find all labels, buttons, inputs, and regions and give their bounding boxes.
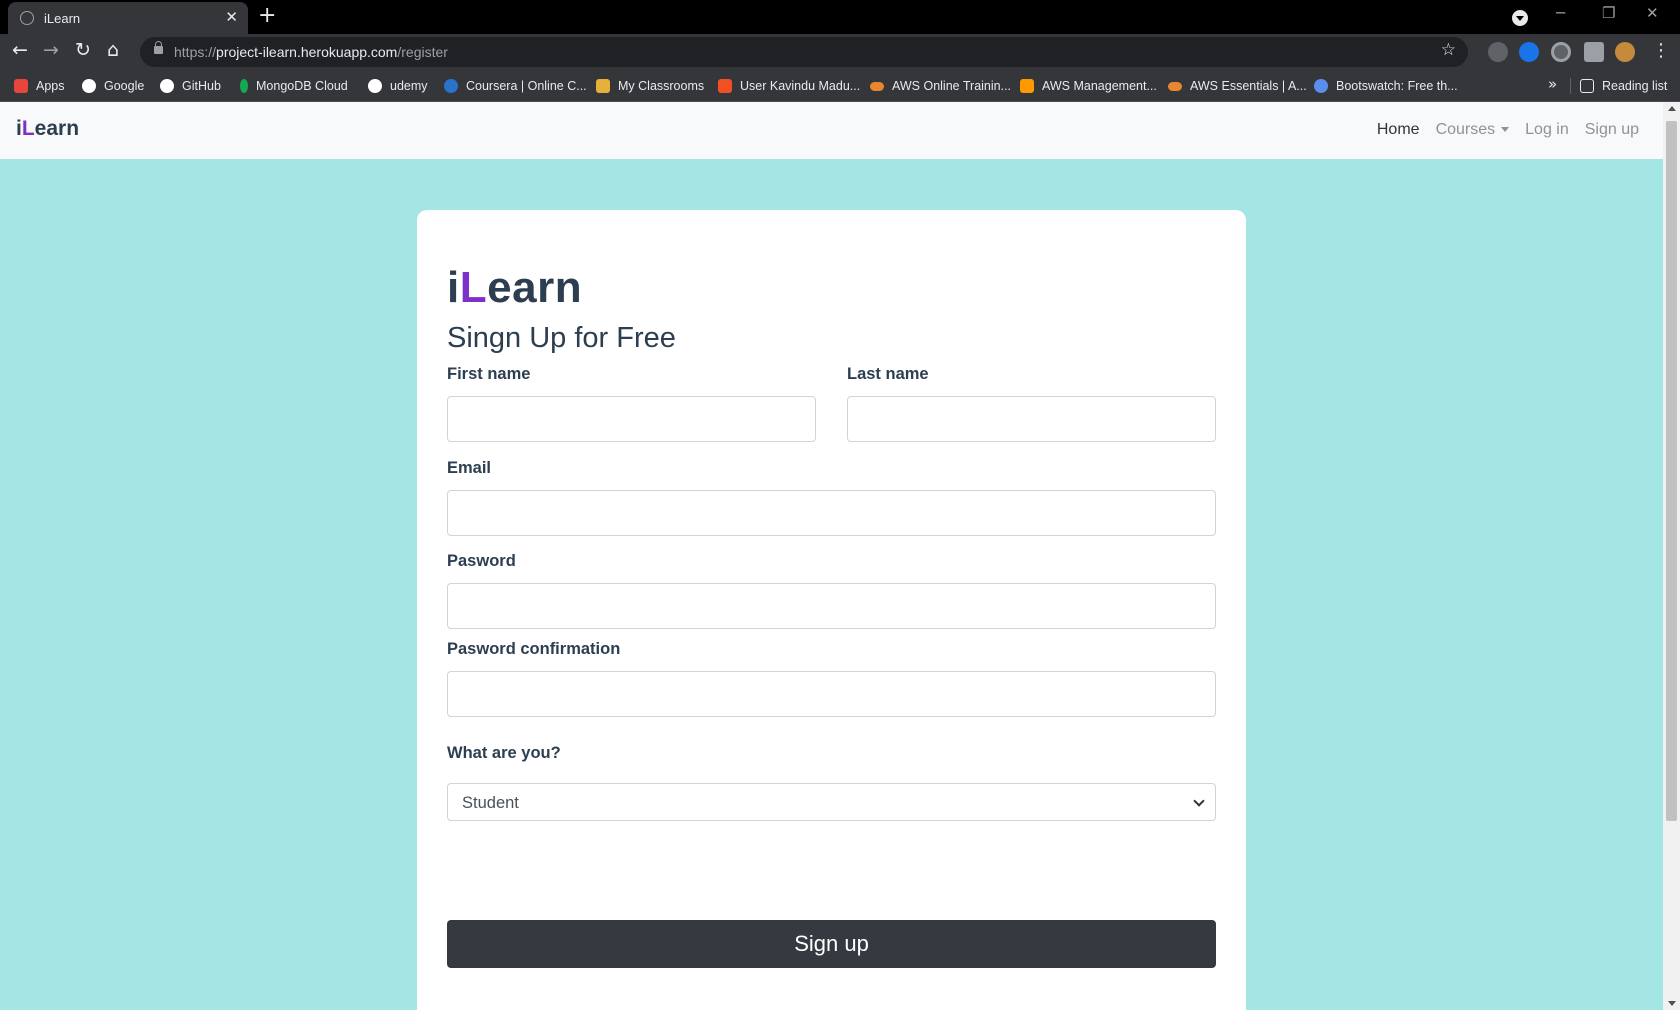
nav-signup[interactable]: Sign up (1585, 121, 1639, 139)
extension-target-icon[interactable] (1551, 42, 1571, 62)
page-title: Singn Up for Free (447, 322, 676, 354)
aws-cloud-icon (870, 81, 884, 91)
bookmark-mongodb[interactable]: MongoDB Cloud (240, 76, 348, 96)
browser-tab-active[interactable]: iLearn ✕ (8, 2, 248, 34)
password-confirmation-field[interactable] (447, 671, 1216, 717)
address-url: https://project-ilearn.herokuapp.com/reg… (174, 44, 448, 60)
forward-icon[interactable]: → (43, 39, 59, 61)
mongodb-leaf-icon (240, 79, 248, 93)
reading-list[interactable]: Reading list (1580, 76, 1667, 96)
reading-list-icon (1580, 79, 1594, 93)
bookmark-my-classrooms[interactable]: My Classrooms (596, 76, 704, 96)
first-name-field[interactable] (447, 396, 816, 442)
bookmark-aws-management[interactable]: AWS Management... (1020, 76, 1157, 96)
coursera-icon (444, 79, 458, 93)
password-label: Pasword (447, 552, 516, 570)
email-field[interactable] (447, 490, 1216, 536)
role-select[interactable]: Student (447, 783, 1216, 821)
bookmarks-divider (1570, 78, 1571, 94)
sign-up-button[interactable]: Sign up (447, 920, 1216, 968)
close-window-icon[interactable]: ✕ (1646, 4, 1659, 22)
bookmark-aws-online-training[interactable]: AWS Online Trainin... (870, 76, 1011, 96)
globe-icon (20, 11, 34, 25)
tab-title: iLearn (44, 11, 81, 26)
bookmark-udemy[interactable]: udemy (368, 76, 428, 96)
scroll-up-arrow-icon[interactable] (1668, 106, 1676, 111)
reload-icon[interactable]: ↻ (75, 39, 91, 61)
grid-icon (718, 79, 732, 93)
navbar-brand[interactable]: iLearn (16, 117, 79, 141)
more-bookmarks-icon[interactable]: » (1548, 75, 1557, 93)
google-icon (82, 79, 96, 93)
close-tab-icon[interactable]: ✕ (225, 8, 238, 26)
bootswatch-icon (1314, 79, 1328, 93)
scroll-down-arrow-icon[interactable] (1668, 1001, 1676, 1006)
site-navbar: iLearn Home Courses Log in Sign up (0, 102, 1663, 159)
extension-blue-icon[interactable] (1519, 42, 1539, 62)
card-logo: iLearn (447, 263, 583, 312)
tab-search-icon[interactable] (1512, 10, 1528, 26)
browser-toolbar: ← → ↻ ⌂ https://project-ilearn.herokuapp… (0, 34, 1680, 70)
bookmarks-bar: Apps Google GitHub MongoDB Cloud udemy C… (0, 70, 1680, 102)
page-viewport: iLearn Home Courses Log in Sign up iLear… (0, 102, 1680, 1010)
udemy-icon (368, 79, 382, 93)
chevron-down-icon (1193, 795, 1205, 807)
last-name-field[interactable] (847, 396, 1216, 442)
role-label: What are you? (447, 744, 561, 762)
first-name-label: First name (447, 365, 531, 383)
restore-icon[interactable]: ❐ (1602, 4, 1615, 22)
back-icon[interactable]: ← (12, 39, 28, 61)
nav-home[interactable]: Home (1377, 121, 1420, 139)
bookmark-coursera[interactable]: Coursera | Online C... (444, 76, 587, 96)
minimize-icon[interactable]: ─ (1556, 4, 1565, 22)
bookmark-star-icon[interactable]: ☆ (1441, 40, 1456, 60)
navbar-links: Home Courses Log in Sign up (1377, 121, 1639, 139)
aws-cloud-icon (1168, 81, 1182, 91)
nav-login[interactable]: Log in (1525, 121, 1569, 139)
page-scrollbar[interactable] (1663, 102, 1680, 1010)
browser-menu-icon[interactable]: ⋮ (1652, 40, 1670, 61)
signup-card: iLearn Singn Up for Free First name Last… (417, 210, 1246, 1010)
address-bar[interactable]: https://project-ilearn.herokuapp.com/reg… (140, 37, 1468, 67)
bookmark-aws-essentials[interactable]: AWS Essentials | A... (1168, 76, 1307, 96)
password-confirmation-label: Pasword confirmation (447, 640, 621, 658)
bookmark-github[interactable]: GitHub (160, 76, 221, 96)
scrollbar-thumb[interactable] (1666, 121, 1677, 821)
role-select-value: Student (462, 794, 519, 812)
lock-icon (154, 41, 163, 54)
apps-grid-icon (14, 79, 28, 93)
bookmark-bootswatch[interactable]: Bootswatch: Free th... (1314, 76, 1458, 96)
aws-cube-icon (1020, 79, 1034, 93)
bookmark-user-kavindu[interactable]: User Kavindu Madu... (718, 76, 860, 96)
extensions-puzzle-icon[interactable] (1584, 42, 1604, 62)
home-icon[interactable]: ⌂ (107, 39, 119, 61)
caret-down-icon (1501, 127, 1510, 133)
box-icon (596, 79, 610, 93)
nav-courses-dropdown[interactable]: Courses (1436, 121, 1510, 139)
bookmark-apps[interactable]: Apps (14, 76, 65, 96)
browser-tabstrip: iLearn ✕ + ─ ❐ ✕ (0, 0, 1680, 34)
bookmark-google[interactable]: Google (82, 76, 144, 96)
email-label: Email (447, 459, 492, 477)
password-field[interactable] (447, 583, 1216, 629)
react-devtools-icon[interactable] (1488, 42, 1508, 62)
new-tab-icon[interactable]: + (258, 3, 276, 28)
profile-avatar-icon[interactable] (1615, 42, 1635, 62)
last-name-label: Last name (847, 365, 929, 383)
github-icon (160, 79, 174, 93)
